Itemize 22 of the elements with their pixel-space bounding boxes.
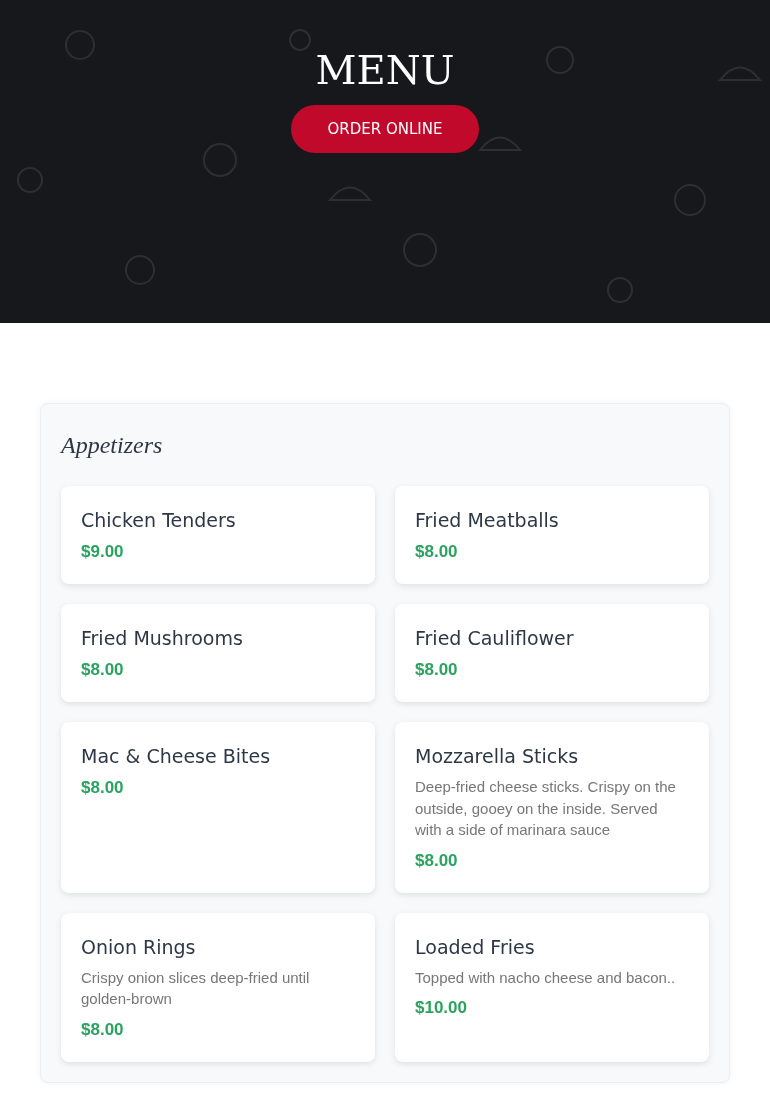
item-description: Crispy onion slices deep-fried until golden-brown bbox=[81, 967, 311, 1009]
item-price: $9.00 bbox=[81, 541, 125, 563]
item-name: Loaded Fries bbox=[415, 934, 536, 960]
page-title: MENU bbox=[315, 46, 455, 95]
item-name: Fried Mushrooms bbox=[81, 626, 244, 651]
item-description: Topped with nacho cheese and bacon.. bbox=[415, 967, 677, 988]
item-price: $8.00 bbox=[415, 849, 459, 872]
item-price: $8.00 bbox=[415, 541, 459, 563]
item-price: $10.00 bbox=[415, 997, 468, 1019]
item-price: $8.00 bbox=[415, 659, 459, 681]
item-price: $8.00 bbox=[81, 1018, 125, 1041]
item-name: Chicken Tenders bbox=[81, 508, 237, 533]
item-name: Mozzarella Sticks bbox=[415, 744, 580, 769]
item-name: Fried Meatballs bbox=[415, 508, 560, 533]
item-name: Fried Cauliflower bbox=[415, 626, 575, 651]
section-heading: Appetizers bbox=[61, 431, 164, 460]
item-name: Onion Rings bbox=[81, 934, 197, 960]
item-price: $8.00 bbox=[81, 777, 125, 799]
order-online-button[interactable]: ORDER ONLINE bbox=[291, 105, 479, 153]
item-price: $8.00 bbox=[81, 659, 125, 681]
item-name: Mac & Cheese Bites bbox=[81, 744, 272, 769]
item-description: Deep-fried cheese sticks. Crispy on the outside, gooey on the inside. Served with a side of marinara sauce bbox=[415, 777, 677, 840]
